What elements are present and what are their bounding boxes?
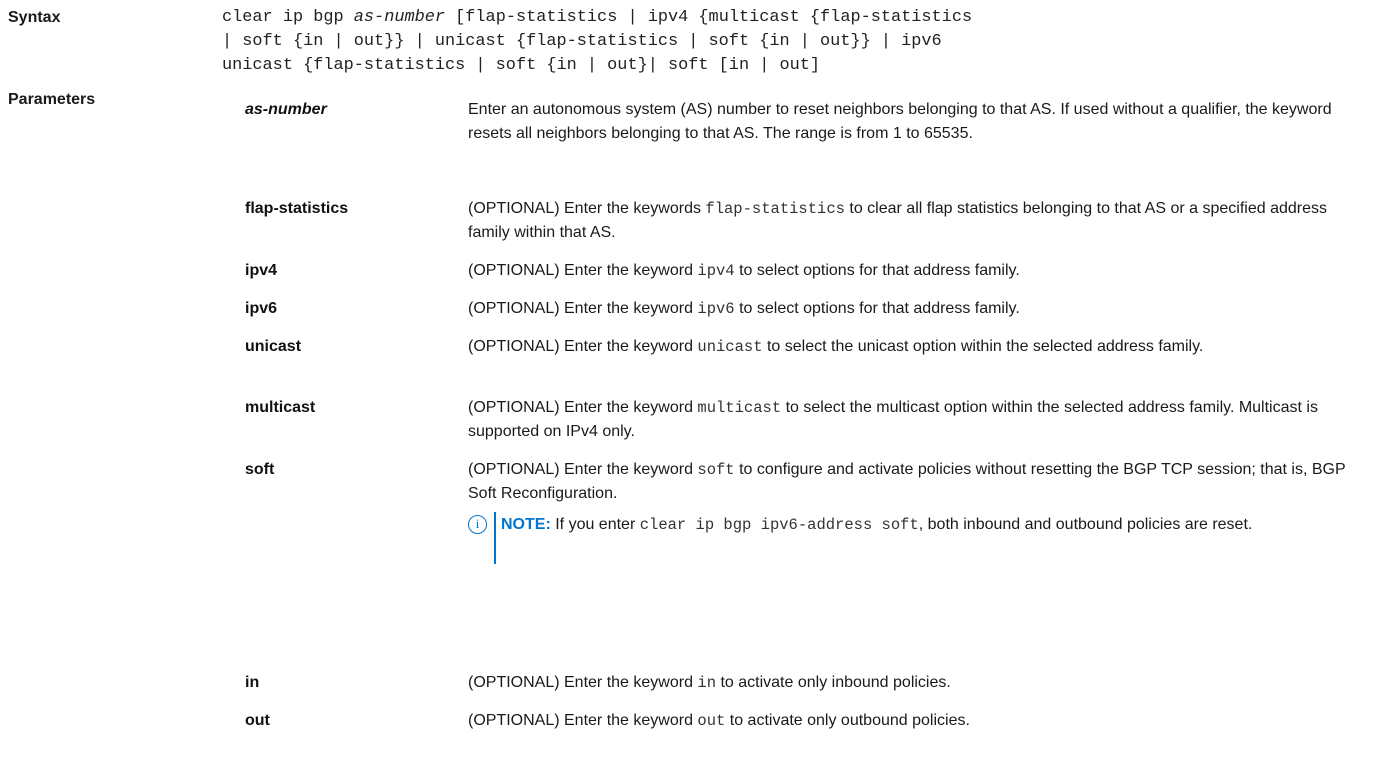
param-desc: (OPTIONAL) Enter the keyword ipv4 to sel… (468, 262, 1020, 280)
inline-code: unicast (697, 338, 763, 356)
parameters-heading: Parameters (8, 91, 96, 108)
param-desc: (OPTIONAL) Enter the keyword out to acti… (468, 712, 970, 730)
syntax-line2: | soft {in | out}} | unicast {flap-stati… (222, 32, 942, 51)
inline-code: soft (697, 461, 735, 479)
param-name: ipv4 (245, 262, 278, 279)
note-callout: i NOTE: If you enter clear ip bgp ipv6-a… (468, 512, 1373, 564)
inline-code: ipv4 (697, 262, 735, 280)
param-name: ipv6 (245, 300, 278, 317)
note-text: NOTE: If you enter clear ip bgp ipv6-add… (501, 516, 1253, 534)
param-name: in (245, 674, 260, 691)
syntax-line1-start: clear ip bgp (222, 8, 354, 27)
param-desc: (OPTIONAL) Enter the keywords flap-stati… (468, 200, 1327, 241)
inline-code: clear ip bgp ipv6-address soft (639, 516, 919, 534)
param-desc: (OPTIONAL) Enter the keyword unicast to … (468, 338, 1204, 356)
param-desc: Enter an autonomous system (AS) number t… (468, 101, 1332, 142)
param-desc: (OPTIONAL) Enter the keyword ipv6 to sel… (468, 300, 1020, 318)
param-name: multicast (245, 399, 316, 416)
inline-code: ipv6 (697, 300, 735, 318)
param-desc: (OPTIONAL) Enter the keyword in to activ… (468, 674, 951, 692)
param-name: soft (245, 461, 275, 478)
param-name: unicast (245, 338, 302, 355)
syntax-line1-end: [flap-statistics | ipv4 {multicast {flap… (445, 8, 973, 27)
param-desc: (OPTIONAL) Enter the keyword soft to con… (468, 461, 1346, 502)
inline-code: flap-statistics (705, 200, 845, 218)
param-desc: (OPTIONAL) Enter the keyword multicast t… (468, 399, 1318, 440)
param-name: out (245, 712, 270, 729)
info-icon: i (468, 515, 487, 534)
syntax-line3: unicast {flap-statistics | soft {in | ou… (222, 56, 821, 75)
note-label: NOTE: (501, 516, 551, 533)
param-name: as-number (245, 101, 327, 118)
inline-code: multicast (697, 399, 782, 417)
syntax-heading: Syntax (8, 9, 61, 26)
inline-code: in (697, 674, 717, 692)
inline-code: out (697, 712, 726, 730)
syntax-code: clear ip bgp as-number [flap-statistics … (222, 6, 1372, 78)
syntax-arg-as-number: as-number (353, 8, 446, 27)
note-divider (494, 512, 496, 564)
param-name: flap-statistics (245, 200, 349, 217)
